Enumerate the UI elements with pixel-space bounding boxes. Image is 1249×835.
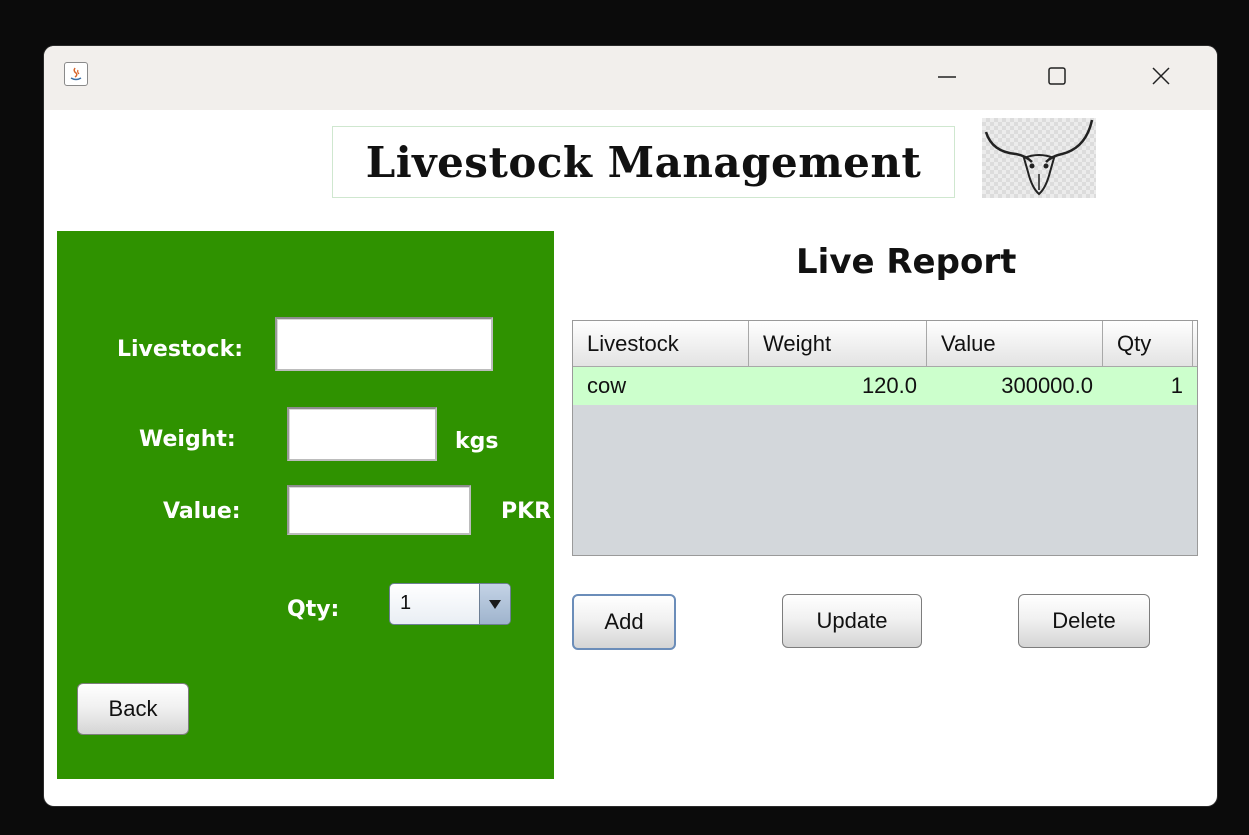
entry-panel: Livestock: Weight: kgs Value: PKR Qty: 1… — [57, 231, 554, 779]
qty-select[interactable]: 1 — [389, 583, 511, 625]
weight-unit: kgs — [455, 429, 499, 454]
column-header-qty[interactable]: Qty — [1103, 321, 1193, 367]
maximize-button[interactable] — [1034, 56, 1080, 96]
cell-livestock: cow — [587, 373, 627, 398]
livestock-label: Livestock: — [117, 337, 244, 362]
app-window: Livestock Management Livestock: Weight: … — [44, 46, 1217, 806]
cell-qty: 1 — [1170, 373, 1183, 398]
table-header: Livestock Weight Value Qty — [573, 321, 1197, 367]
qty-selected-value: 1 — [400, 592, 412, 614]
update-button[interactable]: Update — [782, 594, 922, 648]
maximize-icon — [1048, 67, 1066, 85]
column-header-livestock[interactable]: Livestock — [573, 321, 749, 367]
bull-skull-logo — [982, 118, 1096, 198]
delete-button[interactable]: Delete — [1018, 594, 1150, 648]
qty-label: Qty: — [287, 597, 340, 622]
minimize-icon — [938, 76, 956, 78]
livestock-input[interactable] — [275, 317, 493, 371]
title-bar — [44, 46, 1217, 110]
qty-dropdown-button[interactable] — [479, 584, 510, 624]
back-button[interactable]: Back — [77, 683, 189, 735]
value-label: Value: — [163, 499, 241, 524]
value-input[interactable] — [287, 485, 471, 535]
page-title: Livestock Management — [365, 137, 922, 187]
weight-input[interactable] — [287, 407, 437, 461]
weight-label: Weight: — [139, 427, 236, 452]
java-app-icon[interactable] — [64, 62, 88, 86]
table-row[interactable]: cow 120.0 300000.0 1 — [573, 367, 1197, 405]
column-header-weight[interactable]: Weight — [749, 321, 927, 367]
add-button[interactable]: Add — [572, 594, 676, 650]
cell-weight: 120.0 — [861, 373, 917, 398]
report-table[interactable]: Livestock Weight Value Qty cow 120.0 300… — [572, 320, 1198, 556]
report-title: Live Report — [796, 242, 1017, 282]
close-icon — [1152, 67, 1170, 85]
column-header-value[interactable]: Value — [927, 321, 1103, 367]
header-filler — [1193, 321, 1197, 367]
value-unit: PKR — [501, 499, 552, 524]
chevron-down-icon — [489, 600, 501, 609]
page-title-box: Livestock Management — [332, 126, 955, 198]
close-button[interactable] — [1138, 56, 1184, 96]
minimize-button[interactable] — [924, 56, 970, 96]
cell-value: 300000.0 — [1001, 373, 1093, 398]
